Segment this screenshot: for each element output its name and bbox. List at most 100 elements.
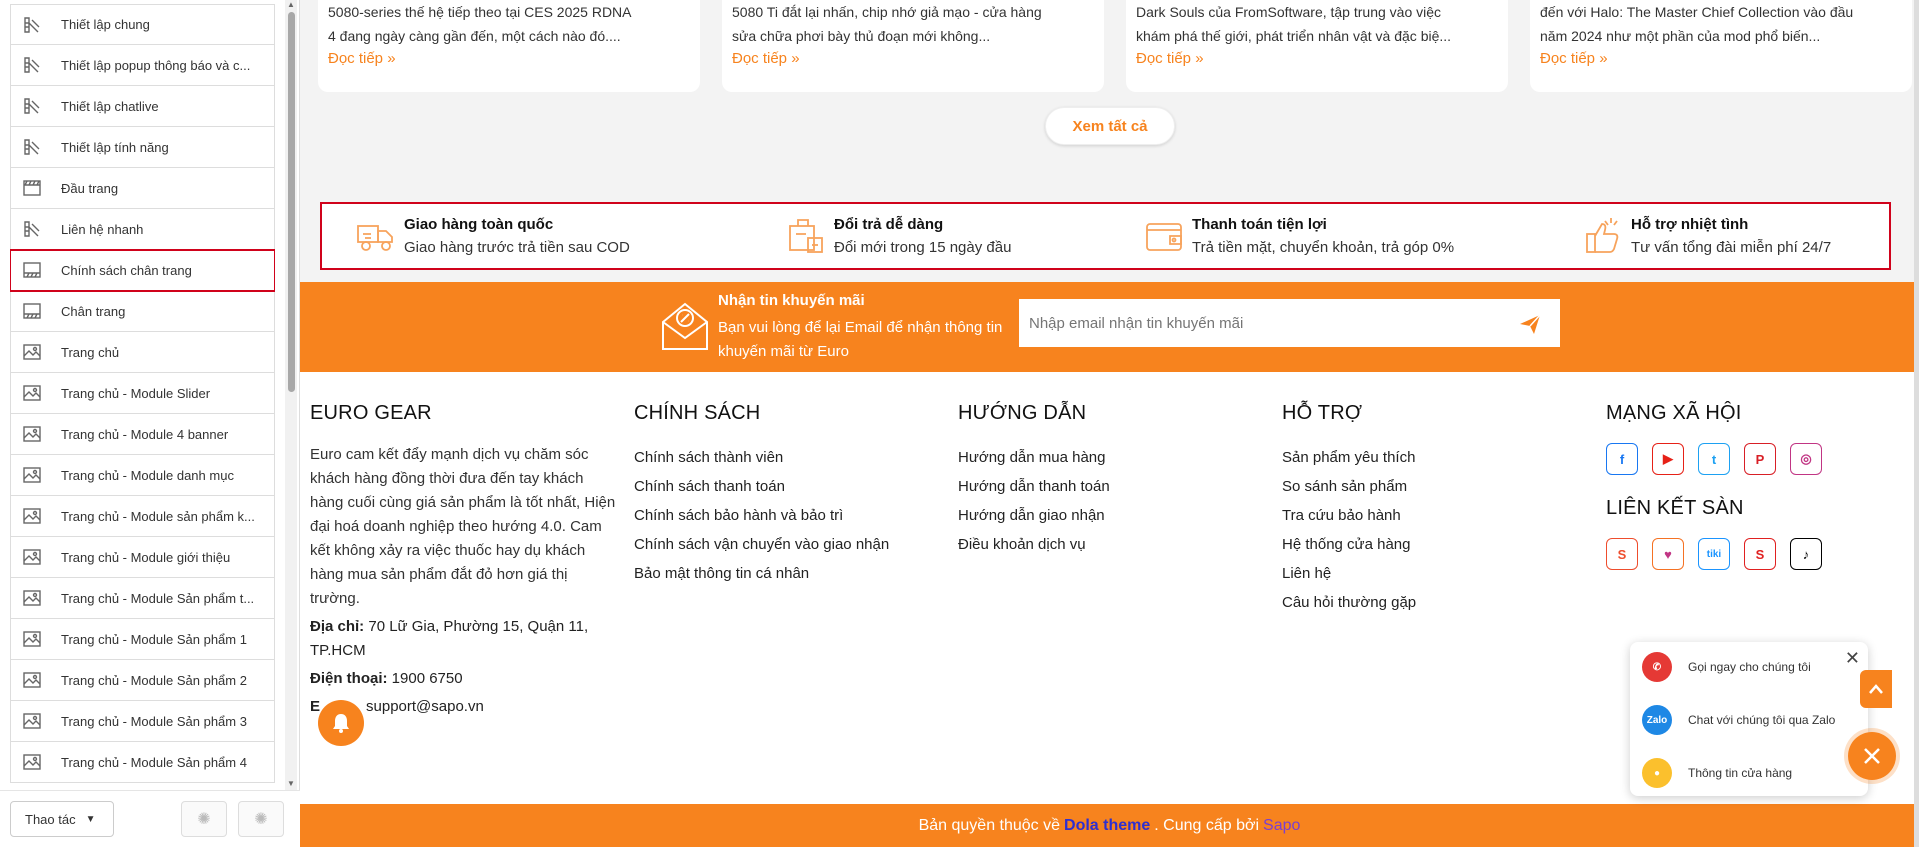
address-label: Địa chỉ: xyxy=(310,618,365,635)
footer-social-title: MẠNG XÃ HỘI xyxy=(1606,402,1742,424)
notification-bell-icon[interactable] xyxy=(318,700,364,746)
footer-link[interactable]: Chính sách vận chuyển vào giao nhận xyxy=(634,530,889,559)
sidebar-item[interactable]: Đầu trang xyxy=(10,168,275,209)
contact-toggle-button[interactable] xyxy=(1848,732,1896,780)
footer-link[interactable]: Hướng dẫn mua hàng xyxy=(958,443,1110,472)
blog-excerpt-line: 5080-series thế hệ tiếp theo tại CES 202… xyxy=(328,4,632,20)
sidebar-item[interactable]: Trang chủ - Module Sản phẩm 1 xyxy=(10,619,275,660)
loading-spinner-icon: ✺ xyxy=(238,801,284,837)
read-more-link[interactable]: Đọc tiếp » xyxy=(1540,50,1608,67)
blog-card: 5080-series thế hệ tiếp theo tại CES 202… xyxy=(318,0,700,92)
footer-link[interactable]: Sản phẩm yêu thích xyxy=(1282,443,1416,472)
tiktok-shop-icon[interactable]: ♪ xyxy=(1790,538,1822,570)
blog-excerpt-line: khám phá thế giới, phát triển nhân vật v… xyxy=(1136,28,1452,44)
footer-link[interactable]: Điều khoản dịch vụ xyxy=(958,530,1110,559)
sidebar-item[interactable]: Trang chủ - Module 4 banner xyxy=(10,414,275,455)
sidebar-item[interactable]: Thiết lập popup thông báo và c... xyxy=(10,45,275,86)
sidebar-item-label: Đầu trang xyxy=(61,180,119,196)
sidebar-item-label: Trang chủ - Module sản phẩm k... xyxy=(61,508,255,524)
sidebar-item-label: Trang chủ - Module Sản phẩm 3 xyxy=(61,713,247,729)
call-us-item[interactable]: ✆ Gọi ngay cho chúng tôi xyxy=(1642,652,1811,682)
sidebar-scroll-thumb[interactable] xyxy=(288,12,295,392)
footer-link[interactable]: So sánh sản phẩm xyxy=(1282,472,1416,501)
instagram-icon[interactable]: ◎ xyxy=(1790,443,1822,475)
sidebar-item[interactable]: Liên hệ nhanh xyxy=(10,209,275,250)
store-info-item[interactable]: ● Thông tin cửa hàng xyxy=(1642,758,1792,788)
editor-sidebar: Thiết lập chung Thiết lập popup thông báo… xyxy=(0,0,300,847)
dola-theme-link[interactable]: Dola theme xyxy=(1064,817,1150,835)
image-section-icon xyxy=(21,710,43,732)
footer-link[interactable]: Hướng dẫn thanh toán xyxy=(958,472,1110,501)
read-more-link[interactable]: Đọc tiếp » xyxy=(732,50,800,67)
newsletter-email-input[interactable] xyxy=(1019,299,1560,347)
image-section-icon xyxy=(21,751,43,773)
policy-item: Đổi trả dễ dàng Đổi mới trong 15 ngày đầu xyxy=(784,214,1011,260)
footer-link[interactable]: Câu hỏi thường gặp xyxy=(1282,588,1416,617)
footer-link[interactable]: Bảo mật thông tin cá nhân xyxy=(634,559,889,588)
read-more-label: Đọc tiếp xyxy=(1136,50,1192,67)
newsletter-description: Bạn vui lòng để lại Email để nhận thông … xyxy=(718,319,1003,360)
image-section-icon xyxy=(21,423,43,445)
footer-link[interactable]: Tra cứu bảo hành xyxy=(1282,501,1416,530)
sidebar-item[interactable]: Trang chủ - Module Sản phẩm 2 xyxy=(10,660,275,701)
image-section-icon xyxy=(21,382,43,404)
footer-policy-bar[interactable]: Giao hàng toàn quốc Giao hàng trước trả t… xyxy=(320,202,1891,270)
footer-link[interactable]: Chính sách thanh toán xyxy=(634,472,889,501)
facebook-icon[interactable]: f xyxy=(1606,443,1638,475)
lazada-icon[interactable]: ♥ xyxy=(1652,538,1684,570)
phone-value[interactable]: 1900 6750 xyxy=(388,670,463,687)
pinterest-icon[interactable]: P xyxy=(1744,443,1776,475)
sapo-link[interactable]: Sapo xyxy=(1263,817,1300,835)
sidebar-item[interactable]: Chân trang xyxy=(10,291,275,332)
promo-envelope-icon xyxy=(662,302,708,350)
newsletter-title: Nhận tin khuyến mãi xyxy=(718,292,865,309)
sidebar-item[interactable]: Trang chủ - Module Slider xyxy=(10,373,275,414)
sidebar-item[interactable]: Trang chủ - Module sản phẩm k... xyxy=(10,496,275,537)
sidebar-item[interactable]: Thiết lập chatlive xyxy=(10,86,275,127)
sidebar-item[interactable]: Trang chủ - Module danh mục xyxy=(10,455,275,496)
copyright-middle: . Cung cấp bởi xyxy=(1154,816,1260,834)
sidebar-item[interactable]: Trang chủ xyxy=(10,332,275,373)
scroll-up-arrow-icon[interactable]: ▲ xyxy=(286,0,296,10)
sidebar-item[interactable]: Trang chủ - Module Sản phẩm t... xyxy=(10,578,275,619)
sidebar-item-label: Chính sách chân trang xyxy=(61,262,192,278)
blog-card: Dark Souls của FromSoftware, tập trung v… xyxy=(1126,0,1508,92)
sendo-icon[interactable]: S xyxy=(1744,538,1776,570)
footer-policy-column: CHÍNH SÁCH Chính sách thành viên Chính sá… xyxy=(634,402,889,588)
tiki-icon[interactable]: tiki xyxy=(1698,538,1730,570)
see-all-button[interactable]: Xem tất cả xyxy=(1045,107,1175,145)
sidebar-item[interactable]: Thiết lập chung xyxy=(10,4,275,45)
footer-support-column: HỖ TRỢ Sản phẩm yêu thích So sánh sản phẩ… xyxy=(1282,402,1416,617)
sidebar-item-label: Liên hệ nhanh xyxy=(61,221,144,237)
close-icon[interactable]: ✕ xyxy=(1845,648,1860,669)
footer-link[interactable]: Hệ thống cửa hàng xyxy=(1282,530,1416,559)
email-value[interactable]: support@sapo.vn xyxy=(366,698,484,715)
footer-link[interactable]: Liên hệ xyxy=(1282,559,1416,588)
sidebar-item[interactable]: Chính sách chân trang xyxy=(10,249,275,292)
image-section-icon xyxy=(21,669,43,691)
actions-dropdown[interactable]: Thao tác ▼ xyxy=(10,801,114,837)
read-more-link[interactable]: Đọc tiếp » xyxy=(1136,50,1204,67)
back-to-top-button[interactable] xyxy=(1860,670,1892,708)
send-icon[interactable] xyxy=(1518,312,1542,336)
sidebar-item[interactable]: Trang chủ - Module giới thiệu xyxy=(10,537,275,578)
footer-link[interactable]: Hướng dẫn giao nhận xyxy=(958,501,1110,530)
sidebar-item[interactable]: Trang chủ - Module Sản phẩm 4 xyxy=(10,742,275,783)
wallet-icon xyxy=(1146,223,1182,251)
blog-excerpt: đến với Halo: The Master Chief Collectio… xyxy=(1540,0,1890,48)
footer-brand-title: EURO GEAR xyxy=(310,402,432,424)
sidebar-item[interactable]: Thiết lập tính năng xyxy=(10,127,275,168)
sidebar-footer: Thao tác ▼ ✺ ✺ xyxy=(0,790,300,847)
twitter-icon[interactable]: t xyxy=(1698,443,1730,475)
sidebar-item[interactable]: Trang chủ - Module Sản phẩm 3 xyxy=(10,701,275,742)
settings-brush-icon xyxy=(21,95,43,117)
shopee-icon[interactable]: S xyxy=(1606,538,1638,570)
sidebar-item-label: Thiết lập popup thông báo và c... xyxy=(61,57,251,73)
zalo-chat-item[interactable]: Zalo Chat với chúng tôi qua Zalo xyxy=(1642,705,1835,735)
policy-title: Đổi trả dễ dàng xyxy=(834,216,944,233)
footer-link[interactable]: Chính sách thành viên xyxy=(634,443,889,472)
footer-link[interactable]: Chính sách bảo hành và bảo trì xyxy=(634,501,889,530)
youtube-icon[interactable]: ▶ xyxy=(1652,443,1684,475)
scroll-down-arrow-icon[interactable]: ▼ xyxy=(286,779,296,789)
read-more-link[interactable]: Đọc tiếp » xyxy=(328,50,396,67)
